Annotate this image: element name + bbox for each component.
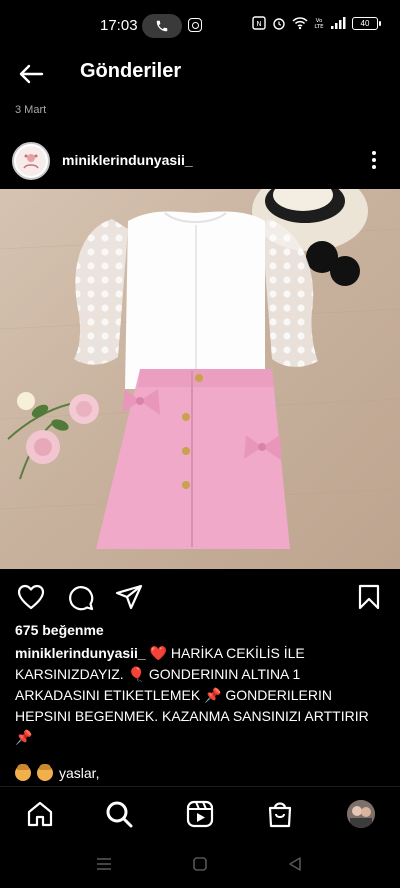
avatar-logo-icon	[16, 146, 46, 176]
likes-count[interactable]: 675 beğenme	[15, 622, 104, 638]
header: Gönderiler	[0, 52, 400, 96]
outfit-photo	[0, 189, 400, 569]
comment-icon[interactable]	[65, 582, 95, 612]
nfc-icon: N	[252, 16, 266, 30]
alarm-icon	[273, 18, 285, 30]
child-emoji-icon	[37, 764, 53, 781]
phone-call-icon	[142, 14, 182, 38]
instagram-icon	[188, 18, 202, 32]
home-icon[interactable]	[25, 799, 55, 829]
search-icon[interactable]	[104, 799, 134, 829]
reels-icon[interactable]	[185, 799, 215, 829]
volte-icon: VoLTE	[314, 18, 324, 30]
wifi-icon	[292, 17, 308, 30]
post-header: miniklerindunyasii_	[0, 140, 400, 182]
avatar[interactable]	[12, 142, 50, 180]
status-icons: N Vo LTE 40	[252, 16, 381, 30]
svg-text:LTE: LTE	[314, 24, 324, 30]
shop-icon[interactable]	[265, 799, 295, 829]
profile-avatar[interactable]	[346, 799, 376, 829]
save-bookmark-icon[interactable]	[354, 582, 384, 612]
battery-level: 40	[360, 18, 370, 28]
comment-preview[interactable]: yaslar,	[15, 764, 100, 781]
system-navigation	[0, 840, 400, 888]
signal-icon	[331, 17, 346, 29]
comment-text: yaslar,	[59, 765, 100, 781]
svg-text:N: N	[256, 20, 261, 28]
post-caption: miniklerindunyasii_ ❤️ HARİKA CEKİLİS İL…	[15, 643, 387, 748]
battery-icon: 40	[352, 16, 381, 30]
like-heart-icon[interactable]	[16, 582, 46, 612]
post-actions	[0, 578, 400, 614]
share-icon[interactable]	[114, 582, 144, 612]
home-square-icon[interactable]	[190, 854, 210, 874]
caption-username[interactable]: miniklerindunyasii_	[15, 645, 146, 661]
menu-lines-icon[interactable]	[94, 854, 114, 874]
status-time: 17:03	[100, 17, 138, 34]
post-image[interactable]	[0, 189, 400, 569]
child-emoji-icon	[15, 764, 31, 781]
more-options-icon[interactable]	[366, 148, 382, 172]
back-arrow-icon[interactable]	[16, 60, 46, 88]
page-title: Gönderiler	[80, 60, 182, 82]
status-bar: 17:03 N Vo LTE 40	[0, 0, 400, 52]
post-date: 3 Mart	[15, 104, 47, 116]
bottom-navigation	[0, 786, 400, 840]
back-triangle-icon[interactable]	[285, 854, 305, 874]
post-username[interactable]: miniklerindunyasii_	[62, 152, 193, 168]
